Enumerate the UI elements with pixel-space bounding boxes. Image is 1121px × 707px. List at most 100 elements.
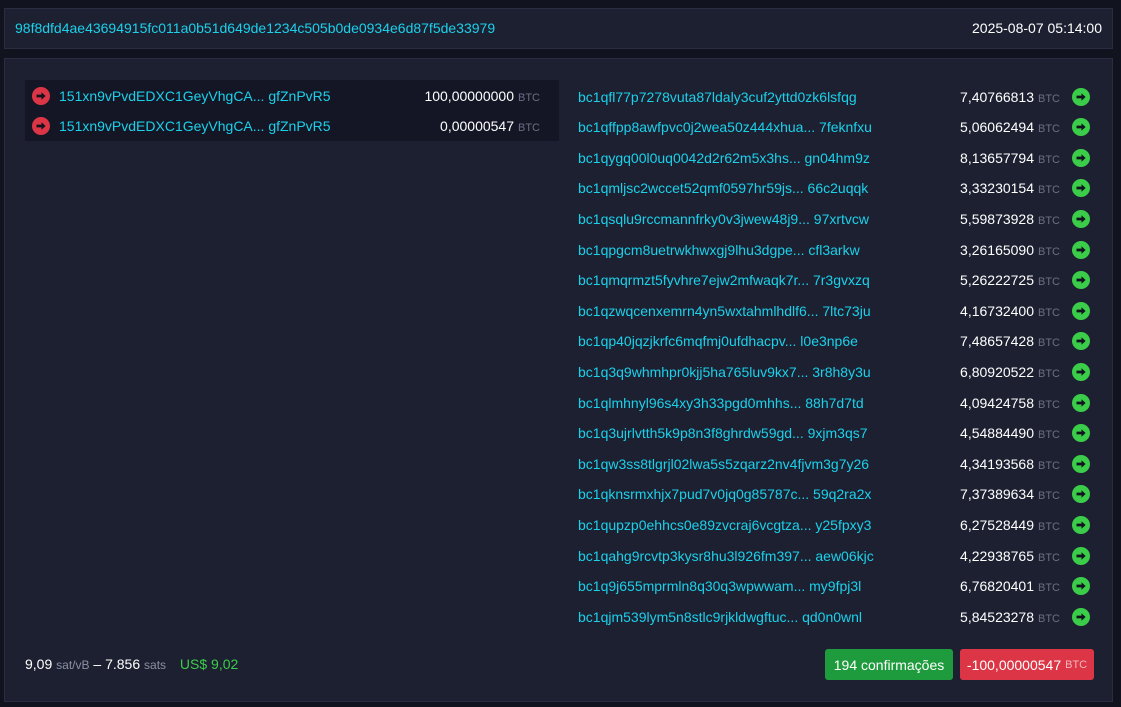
output-amount-unit: BTC xyxy=(1038,429,1060,442)
output-row: bc1qmljsc2wccet52qmf0597hr59js... 66c2uq… xyxy=(578,173,1090,204)
input-row: 151xn9vPvdEDXC1GeyVhgCA... gfZnPvR5 0,000… xyxy=(25,110,559,141)
output-address-link[interactable]: bc1q3q9whmhpr0kjj5ha765luv9kx7... 3r8h8y… xyxy=(578,364,871,380)
output-amount-unit: BTC xyxy=(1038,276,1060,289)
txid-link[interactable]: 98f8dfd4ae43694915fc011a0b51d649de1234c5… xyxy=(15,20,495,36)
arrow-right-circle-green-icon[interactable] xyxy=(1072,301,1090,320)
arrow-right-circle-green-icon[interactable] xyxy=(1072,607,1090,626)
output-amount-value: 4,54884490 xyxy=(960,425,1034,442)
output-address-link[interactable]: bc1qsqlu9rccmannfrky0v3jwew48j9... 97xrt… xyxy=(578,211,869,227)
output-amount-value: 4,09424758 xyxy=(960,394,1034,411)
arrow-right-circle-green-icon[interactable] xyxy=(1072,209,1090,228)
arrow-right-circle-green-icon[interactable] xyxy=(1072,515,1090,534)
output-amount: 4,22938765 BTC xyxy=(960,548,1060,564)
output-amount-value: 3,26165090 xyxy=(960,241,1034,258)
inputs-list: 151xn9vPvdEDXC1GeyVhgCA... gfZnPvR5 100,0… xyxy=(25,80,559,141)
output-address-link[interactable]: bc1qmqrmzt5fyvhre7ejw2mfwaqk7r... 7r3gvx… xyxy=(578,272,870,288)
output-amount-unit: BTC xyxy=(1038,582,1060,595)
output-amount-value: 7,40766813 xyxy=(960,88,1034,105)
output-amount: 6,76820401 BTC xyxy=(960,578,1060,594)
output-amount: 4,54884490 BTC xyxy=(960,425,1060,441)
output-address-link[interactable]: bc1qmljsc2wccet52qmf0597hr59js... 66c2uq… xyxy=(578,180,868,196)
input-amount-unit: BTC xyxy=(518,121,540,134)
output-amount-unit: BTC xyxy=(1038,337,1060,350)
arrow-right-circle-green-icon[interactable] xyxy=(1072,271,1090,290)
confirmations-button[interactable]: 194 confirmações xyxy=(825,649,953,680)
output-row: bc1qp40jqzjkrfc6mqfmj0ufdhacpv... l0e3np… xyxy=(578,326,1090,357)
output-amount: 7,48657428 BTC xyxy=(960,333,1060,349)
output-address-link[interactable]: bc1qygq00l0uq0042d2r62m5x3hs... gn04hm9z xyxy=(578,150,870,166)
total-unit: BTC xyxy=(1065,658,1088,671)
output-amount-unit: BTC xyxy=(1038,184,1060,197)
output-address-link[interactable]: bc1qp40jqzjkrfc6mqfmj0ufdhacpv... l0e3np… xyxy=(578,333,858,349)
output-row: bc1qlmhnyl96s4xy3h33pgd0mhhs... 88h7d7td… xyxy=(578,387,1090,418)
output-address-link[interactable]: bc1q3ujrlvtth5k9p8n3f8ghrdw59gd... 9xjm3… xyxy=(578,425,868,441)
output-amount: 5,84523278 BTC xyxy=(960,609,1060,625)
output-amount: 6,27528449 BTC xyxy=(960,517,1060,533)
output-amount: 3,26165090 BTC xyxy=(960,242,1060,258)
output-amount-value: 6,80920522 xyxy=(960,363,1034,380)
arrow-right-circle-green-icon[interactable] xyxy=(1072,87,1090,106)
input-amount-value: 0,00000547 xyxy=(440,117,514,134)
arrow-right-circle-green-icon[interactable] xyxy=(1072,424,1090,443)
output-address-link[interactable]: bc1qupzp0ehhcs0e89zvcraj6vcgtza... y25fp… xyxy=(578,517,871,533)
fee-fiat: US$ 9,02 xyxy=(179,656,239,672)
output-amount-value: 4,34193568 xyxy=(960,455,1034,472)
output-amount-value: 8,13657794 xyxy=(960,149,1034,166)
arrow-right-circle-green-icon[interactable] xyxy=(1072,240,1090,259)
output-amount-value: 5,59873928 xyxy=(960,210,1034,227)
output-amount-value: 4,22938765 xyxy=(960,547,1034,564)
arrow-right-circle-green-icon[interactable] xyxy=(1072,485,1090,504)
fee-rate-unit: sat/vB xyxy=(56,658,90,672)
output-address-link[interactable]: bc1qknsrmxhjx7pud7v0jq0g85787c... 59q2ra… xyxy=(578,486,871,502)
output-address-link[interactable]: bc1qahg9rcvtp3kysr8hu3l926fm397... aew06… xyxy=(578,548,874,564)
output-address-link[interactable]: bc1qlmhnyl96s4xy3h33pgd0mhhs... 88h7d7td xyxy=(578,395,864,411)
output-address-link[interactable]: bc1qffpp8awfpvc0j2wea50z444xhua... 7fekn… xyxy=(578,119,872,135)
output-amount-unit: BTC xyxy=(1038,551,1060,564)
output-amount: 5,59873928 BTC xyxy=(960,211,1060,227)
output-amount-value: 7,48657428 xyxy=(960,333,1034,350)
output-amount-unit: BTC xyxy=(1038,123,1060,136)
output-row: bc1qzwqcenxemrn4yn5wxtahmlhdlf6... 7ltc7… xyxy=(578,295,1090,326)
output-address-link[interactable]: bc1qpgcm8uetrwkhwxgj9lhu3dgpe... cfl3ark… xyxy=(578,242,860,258)
output-amount-value: 6,27528449 xyxy=(960,516,1034,533)
output-address-link[interactable]: bc1qfl77p7278vuta87ldaly3cuf2yttd0zk6lsf… xyxy=(578,89,857,105)
arrow-right-circle-green-icon[interactable] xyxy=(1072,148,1090,167)
output-address-link[interactable]: bc1qjm539lym5n8stlc9rjkldwgftuc... qd0n0… xyxy=(578,609,862,625)
output-amount: 6,80920522 BTC xyxy=(960,364,1060,380)
output-address-link[interactable]: bc1qw3ss8tlgrjl02lwa5s5zqarz2nv4fjvm3g7y… xyxy=(578,456,869,472)
arrow-right-circle-green-icon[interactable] xyxy=(1072,179,1090,198)
arrow-right-circle-green-icon[interactable] xyxy=(1072,118,1090,137)
arrow-right-circle-green-icon[interactable] xyxy=(1072,546,1090,565)
arrow-right-circle-green-icon[interactable] xyxy=(1072,577,1090,596)
arrow-right-circle-red-icon[interactable] xyxy=(32,116,50,135)
output-row: bc1q3q9whmhpr0kjj5ha765luv9kx7... 3r8h8y… xyxy=(578,356,1090,387)
arrow-right-circle-green-icon[interactable] xyxy=(1072,454,1090,473)
output-amount-value: 4,16732400 xyxy=(960,302,1034,319)
output-amount-unit: BTC xyxy=(1038,306,1060,319)
input-address-link[interactable]: 151xn9vPvdEDXC1GeyVhgCA... gfZnPvR5 xyxy=(59,88,331,104)
timestamp: 2025-08-07 05:14:00 xyxy=(972,20,1102,36)
arrow-right-circle-green-icon[interactable] xyxy=(1072,393,1090,412)
output-amount-value: 5,84523278 xyxy=(960,608,1034,625)
total-amount-button[interactable]: -100,00000547 BTC xyxy=(960,649,1094,680)
output-row: bc1qpgcm8uetrwkhwxgj9lhu3dgpe... cfl3ark… xyxy=(578,234,1090,265)
output-address-link[interactable]: bc1q9j655mprmln8q30q3wpwwam... my9fpj3l xyxy=(578,578,861,594)
output-amount-unit: BTC xyxy=(1038,398,1060,411)
arrow-right-circle-green-icon[interactable] xyxy=(1072,362,1090,381)
arrow-right-circle-green-icon[interactable] xyxy=(1072,332,1090,351)
output-amount-unit: BTC xyxy=(1038,367,1060,380)
input-amount-value: 100,00000000 xyxy=(424,87,514,104)
total-amount: -100,00000547 xyxy=(966,656,1062,673)
output-row: bc1qffpp8awfpvc0j2wea50z444xhua... 7fekn… xyxy=(578,112,1090,143)
output-address-link[interactable]: bc1qzwqcenxemrn4yn5wxtahmlhdlf6... 7ltc7… xyxy=(578,303,871,319)
transaction-header: 98f8dfd4ae43694915fc011a0b51d649de1234c5… xyxy=(4,8,1113,49)
output-amount-unit: BTC xyxy=(1038,520,1060,533)
arrow-right-circle-red-icon[interactable] xyxy=(32,86,50,105)
output-amount-unit: BTC xyxy=(1038,490,1060,503)
fee-rate: 9,09 xyxy=(25,656,53,672)
output-amount-unit: BTC xyxy=(1038,153,1060,166)
output-amount-unit: BTC xyxy=(1038,214,1060,227)
output-row: bc1qygq00l0uq0042d2r62m5x3hs... gn04hm9z… xyxy=(578,142,1090,173)
input-amount-unit: BTC xyxy=(518,91,540,104)
input-address-link[interactable]: 151xn9vPvdEDXC1GeyVhgCA... gfZnPvR5 xyxy=(59,118,331,134)
